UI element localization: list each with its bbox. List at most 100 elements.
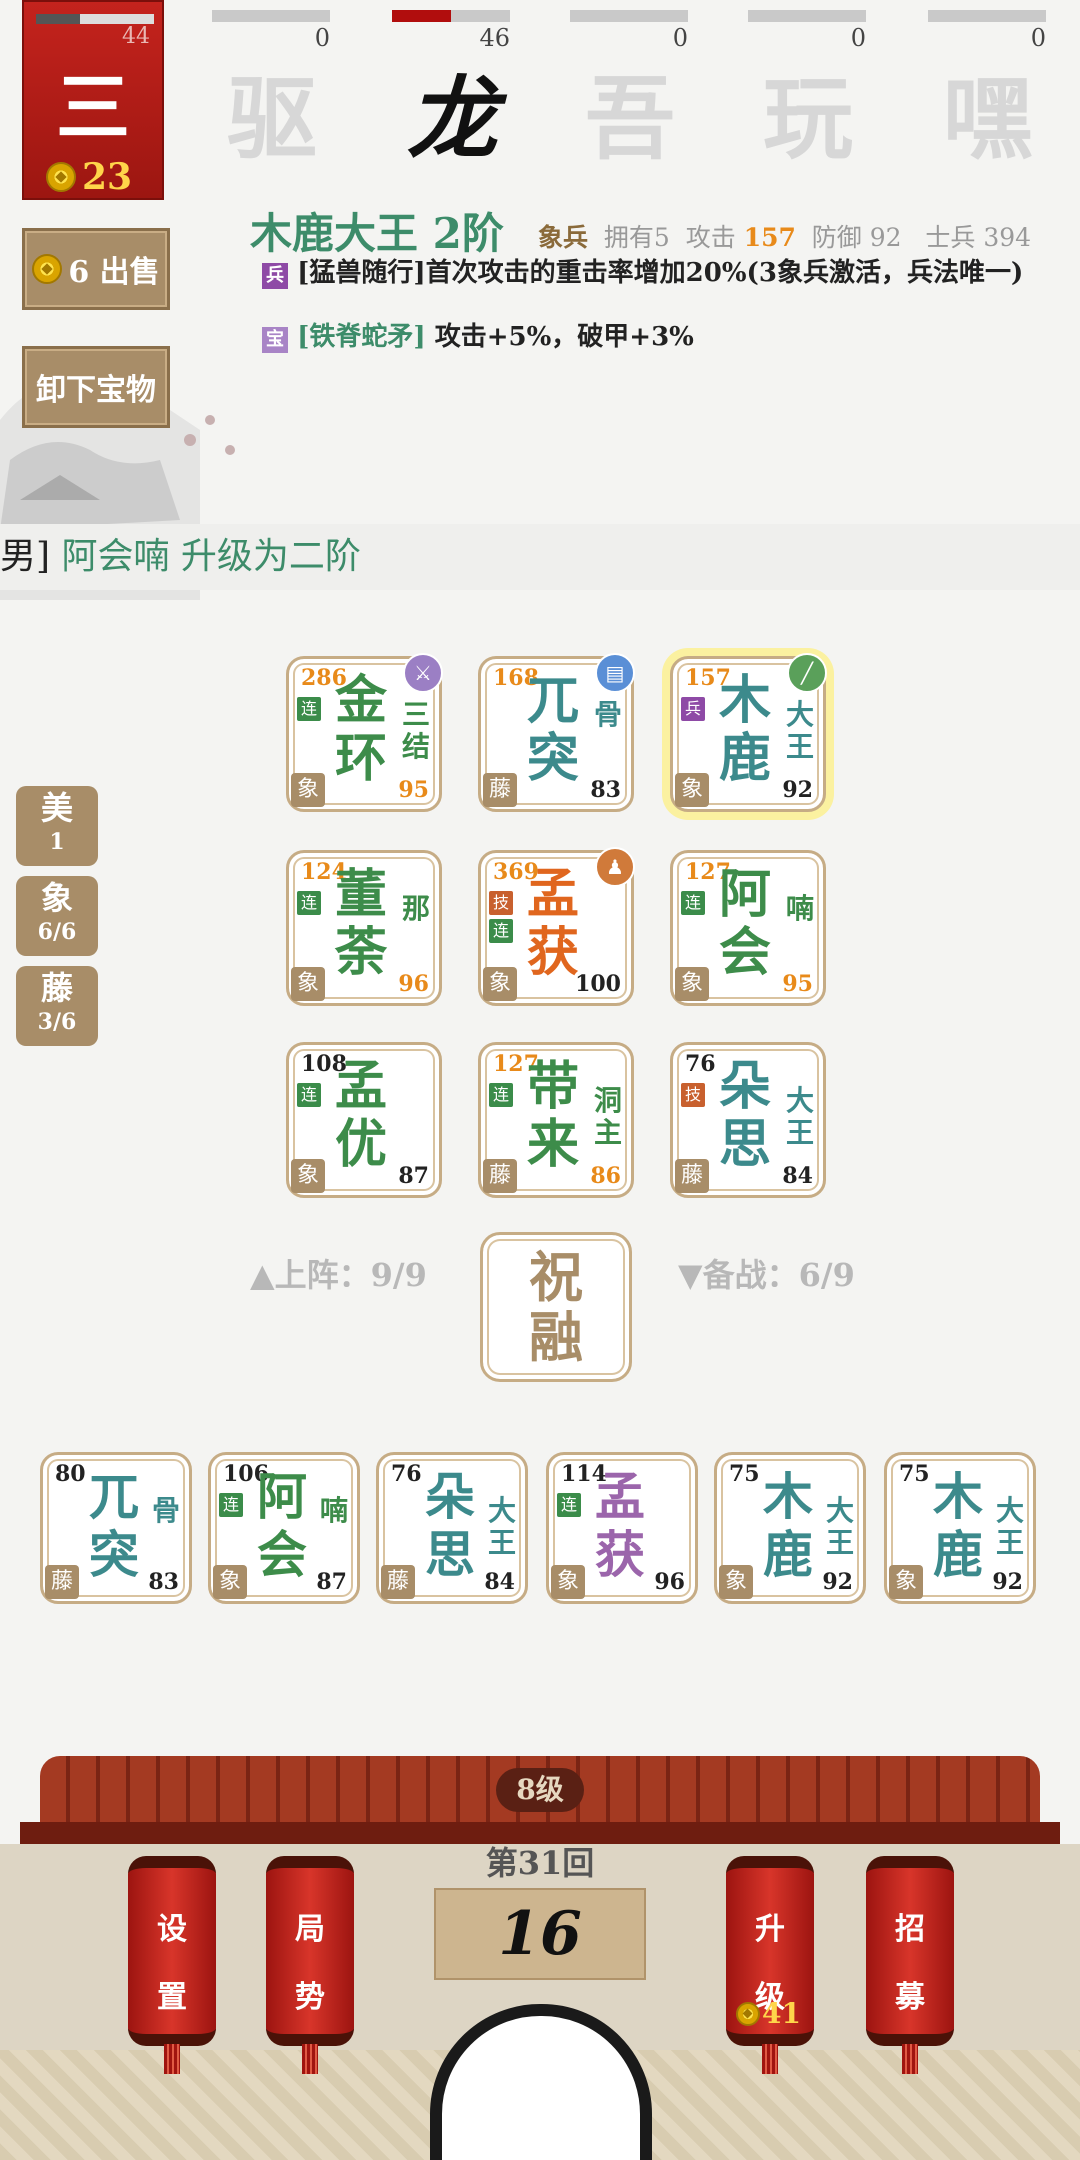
- unit-tag: 连: [297, 1083, 321, 1107]
- board-unit-tile[interactable]: 124 连董荼那象 96: [286, 850, 442, 1006]
- treasure-tag: 宝: [262, 327, 288, 353]
- bench-unit-tile[interactable]: 106 连阿会喃象 87: [208, 1452, 360, 1604]
- situation-label-1: 局: [295, 1912, 325, 1947]
- unit-name-1: 孟: [335, 1056, 388, 1117]
- board-unit-tile[interactable]: 108 连孟优象 87: [286, 1042, 442, 1198]
- filter-name: 象: [40, 879, 73, 917]
- opponent-5[interactable]: 0嘿: [928, 10, 1048, 176]
- unit-hp: 87: [316, 1569, 347, 1595]
- upgrade-button[interactable]: 升 级 41: [726, 1856, 814, 2074]
- opponent-name: 嘿: [943, 66, 1033, 172]
- unit-type: 象兵: [538, 223, 589, 252]
- filter-tab-2[interactable]: 象 6/6: [16, 876, 98, 956]
- player-card[interactable]: 44 三 23: [22, 0, 164, 200]
- opponent-hp-bar: [212, 10, 330, 22]
- board-unit-tile[interactable]: 127 连带来洞主藤 86: [478, 1042, 634, 1198]
- opponent-name: 龙: [407, 66, 497, 172]
- sell-button-label: 6 出售: [68, 255, 160, 290]
- opponent-3[interactable]: 0吾: [570, 10, 690, 176]
- unit-tag: 连: [681, 891, 705, 915]
- level-label: 8级: [496, 1768, 584, 1812]
- recruit-label-1: 招: [895, 1912, 925, 1947]
- recruit-button[interactable]: 招 募: [866, 1856, 954, 2074]
- unit-name-suffix: 大王: [785, 698, 814, 763]
- opponent-name: 玩: [763, 66, 853, 172]
- bench-unit-tile[interactable]: 75 木鹿大王象 92: [884, 1452, 1036, 1604]
- board-unit-tile[interactable]: 157 兵木鹿大王象 92 ╱: [670, 653, 827, 812]
- upgrade-cost: 41: [736, 1997, 801, 2030]
- filter-count: 3/6: [37, 1009, 77, 1035]
- unit-name-suffix: 大王: [487, 1494, 516, 1559]
- filter-tab-1[interactable]: 美1: [16, 786, 98, 866]
- notice-text: 阿会喃 升级为二阶: [50, 536, 361, 577]
- unit-treasure-line: 宝 [铁脊蛇矛] 攻击+5%，破甲+3%: [262, 322, 694, 353]
- board-unit-tile[interactable]: 168 兀突骨藤 83 ▤: [478, 653, 635, 812]
- bench-unit-tile[interactable]: 76 朵思大王藤 84: [376, 1452, 528, 1604]
- unit-class: 象: [675, 967, 709, 1001]
- settings-label-1: 设: [157, 1912, 187, 1947]
- filter-name: 美: [40, 789, 73, 827]
- unit-hp: 87: [398, 1163, 429, 1189]
- unit-name-suffix: 喃: [785, 892, 814, 925]
- board-unit-tile[interactable]: 369 技连孟获象 100 ♟: [478, 847, 635, 1006]
- coin-icon: [736, 2001, 760, 2026]
- countdown-timer: 16: [434, 1888, 646, 1980]
- upgrade-label-1: 升: [755, 1912, 785, 1947]
- filter-tab-3[interactable]: 藤 3/6: [16, 966, 98, 1046]
- unit-name-1: 孟: [595, 1467, 645, 1526]
- unit-tags: 连: [557, 1493, 581, 1517]
- bench-unit-tile[interactable]: 75 木鹿大王象 92: [714, 1452, 866, 1604]
- skill-tag: 兵: [262, 263, 288, 289]
- opponent-hp-bar-fill: [392, 10, 451, 22]
- opponent-2[interactable]: 46 龙: [392, 10, 512, 176]
- opponent-1[interactable]: 0驱: [212, 10, 332, 176]
- unit-hp: 84: [484, 1569, 515, 1595]
- unit-name-1: 兀: [527, 670, 580, 731]
- unit-tag: 连: [297, 697, 321, 721]
- unit-tags: 连: [297, 891, 321, 915]
- settings-button[interactable]: 设 置: [128, 1856, 216, 2074]
- settings-label-2: 置: [157, 1980, 187, 2015]
- unit-atk: 157: [743, 223, 796, 252]
- unit-tag: 连: [557, 1493, 581, 1517]
- boss-name-2: 融: [529, 1305, 583, 1369]
- skill-desc: 首次攻击的重击率增加20%(3象兵激活，兵法唯一): [425, 258, 1024, 288]
- opponent-name: 吾: [585, 66, 675, 172]
- unit-hp: 92: [822, 1569, 853, 1595]
- unit-name-2: 环: [335, 728, 388, 789]
- opponent-hp-bar: [928, 10, 1046, 22]
- situation-button[interactable]: 局 势: [266, 1856, 354, 2074]
- unit-name-2: 突: [527, 728, 580, 789]
- opponent-4[interactable]: 0玩: [748, 10, 868, 176]
- opponent-hp-bar: [748, 10, 866, 22]
- unit-class: 藤: [675, 1159, 709, 1193]
- unit-name-suffix: 大王: [995, 1494, 1024, 1559]
- board-unit-tile[interactable]: 286 连金环三结象 95 ⚔: [286, 653, 443, 812]
- board-unit-tile[interactable]: 76 技朵思大王藤 84: [670, 1042, 826, 1198]
- board-unit-tile[interactable]: 127 连阿会喃象 95: [670, 850, 826, 1006]
- unit-name-2: 思: [425, 1525, 475, 1584]
- unit-own: 拥有5: [603, 223, 670, 252]
- unit-class: 象: [213, 1565, 247, 1599]
- unit-name-suffix: 三结: [401, 698, 430, 763]
- bench-unit-tile[interactable]: 114 连孟获象 96: [546, 1452, 698, 1604]
- boss-tile[interactable]: 祝 融: [480, 1232, 632, 1382]
- unit-name-2: 荼: [335, 922, 388, 983]
- unit-atk-label: 攻击: [685, 223, 736, 252]
- boss-name-1: 祝: [529, 1245, 583, 1309]
- unequip-treasure-button[interactable]: 卸下宝物: [22, 346, 170, 428]
- unit-tag: 连: [489, 919, 513, 943]
- sell-button[interactable]: 6 出售: [22, 228, 170, 310]
- equipment-badge-icon: ▤: [595, 653, 635, 693]
- bench-unit-tile[interactable]: 80 兀突骨藤 83: [40, 1452, 192, 1604]
- unit-name-suffix: 大王: [785, 1084, 814, 1149]
- unit-name-1: 木: [763, 1467, 813, 1526]
- situation-label-2: 势: [295, 1980, 325, 2015]
- unit-name-2: 思: [719, 1114, 772, 1175]
- unit-name-1: 木: [719, 670, 772, 731]
- unit-name-1: 孟: [527, 864, 580, 925]
- tassel: [164, 2044, 180, 2074]
- equipment-badge-icon: ╱: [787, 653, 827, 693]
- unit-attack: 76: [685, 1051, 716, 1077]
- tassel: [762, 2044, 778, 2074]
